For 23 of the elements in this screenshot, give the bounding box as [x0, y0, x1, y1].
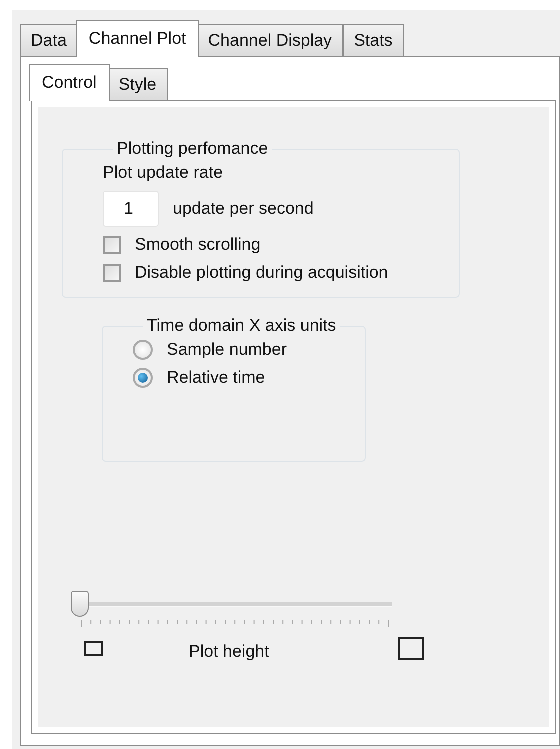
rate-input-field[interactable]: 1: [103, 191, 159, 227]
slider-thumb[interactable]: [71, 591, 89, 617]
tab[interactable]: Style: [108, 68, 168, 100]
radio-button[interactable]: [133, 368, 153, 388]
field-label: Plot update rate: [103, 163, 224, 183]
tab[interactable]: Channel Plot: [76, 20, 200, 57]
tab[interactable]: Channel Display: [197, 24, 344, 56]
checkbox[interactable]: [103, 264, 121, 282]
tab[interactable]: Stats: [343, 24, 404, 56]
radio-label: Sample number: [167, 340, 288, 360]
slider-label: Plot height: [189, 642, 270, 662]
radio-button[interactable]: [133, 340, 153, 360]
group-title: Time domain X axis units: [146, 316, 338, 336]
large-square-icon: [398, 636, 424, 660]
tab[interactable]: Data: [20, 24, 78, 56]
radio-label: Relative time: [167, 368, 266, 388]
checkbox-label: Disable plotting during acquisition: [135, 263, 388, 283]
checkbox[interactable]: [103, 236, 121, 254]
small-square-icon: [84, 640, 103, 656]
checkbox-label: Smooth scrolling: [135, 235, 261, 255]
unit-label: update per second: [173, 199, 314, 219]
group-title: Plotting perfomance: [116, 139, 270, 159]
tab[interactable]: Control: [29, 64, 110, 101]
